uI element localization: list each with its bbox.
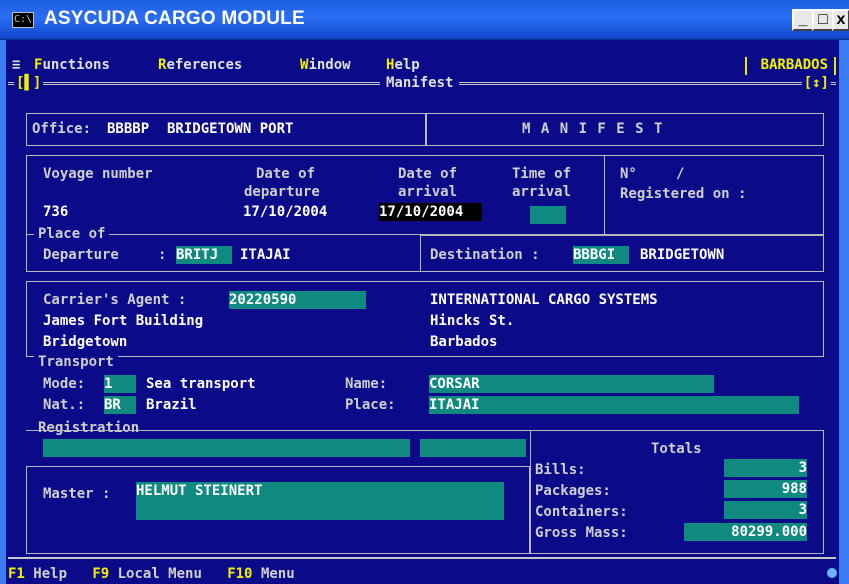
console-app-icon[interactable]: C:\	[12, 12, 34, 28]
containers-label: Containers:	[535, 504, 628, 520]
registration-section-title: Registration	[34, 420, 144, 436]
arrival-date-label-1: Date of	[398, 166, 458, 182]
departure-colon: :	[158, 247, 167, 263]
packages-value: 988	[724, 480, 807, 498]
arrival-time-field[interactable]	[530, 206, 566, 224]
transport-mode-name: Sea transport	[146, 376, 256, 392]
fkey-menu-label: Menu	[260, 566, 295, 582]
status-indicator-icon	[827, 568, 837, 578]
departure-date-label-2: departure	[244, 184, 320, 200]
menu-bar: ≡ Functions References Window Help BARBA…	[8, 57, 836, 75]
bills-label: Bills:	[535, 462, 586, 478]
agent-company-address-1: Hincks St.	[430, 313, 515, 329]
transport-section-title: Transport	[34, 354, 118, 370]
carrier-agent-label: Carrier's Agent :	[43, 292, 187, 308]
menu-references-label: eferences	[166, 57, 243, 73]
place-of-section-title: Place of	[34, 226, 110, 242]
master-label: Master :	[43, 486, 111, 502]
fkey-menu[interactable]: F10 Menu	[227, 566, 294, 582]
master-field[interactable]: HELMUT STEINERT	[136, 482, 504, 520]
maximize-button[interactable]: □	[812, 9, 834, 31]
close-button[interactable]: x	[832, 9, 849, 31]
nationality-label: Nat.:	[43, 397, 86, 413]
menu-functions[interactable]: Functions	[34, 57, 110, 73]
window-titlebar[interactable]: C:\ ASYCUDA CARGO MODULE _ □ x	[0, 0, 849, 40]
menu-window[interactable]: Window	[300, 57, 351, 73]
frame-resize-marker[interactable]: [↕]	[801, 75, 831, 91]
window-border-left	[0, 40, 6, 584]
window-border-right	[839, 40, 849, 584]
transport-mode-label: Mode:	[43, 376, 86, 392]
vessel-place-label: Place:	[345, 397, 396, 413]
arrival-time-label-1: Time of	[512, 166, 572, 182]
place-box-top	[420, 235, 824, 236]
voyage-number-label: Voyage number	[43, 166, 153, 182]
departure-place-name: ITAJAI	[240, 247, 291, 263]
packages-label: Packages:	[535, 483, 611, 499]
registration-field-1[interactable]	[43, 439, 410, 457]
office-label: Office:	[32, 121, 92, 137]
voyage-number-value[interactable]: 736	[43, 204, 68, 220]
destination-label: Destination :	[430, 247, 540, 263]
fkey-local-menu[interactable]: F9 Local Menu	[92, 566, 202, 582]
system-menu-icon[interactable]: ≡	[12, 57, 20, 73]
minimize-button[interactable]: _	[792, 9, 814, 31]
country-indicator: BARBADOS	[744, 57, 836, 75]
agent-company-name: INTERNATIONAL CARGO SYSTEMS	[430, 292, 658, 308]
frame-close-marker[interactable]: [▌]	[14, 75, 44, 91]
departure-label: Departure	[43, 247, 119, 263]
transport-mode-field[interactable]: 1	[104, 375, 136, 393]
frame-bottom-border	[8, 557, 836, 559]
destination-place-name: BRIDGETOWN	[640, 247, 725, 263]
arrival-time-label-2: arrival	[512, 184, 572, 200]
agent-company-address-2: Barbados	[430, 334, 498, 350]
fkey-menu-key: F10	[227, 566, 253, 582]
office-name: BRIDGETOWN PORT	[167, 121, 294, 137]
place-box-bottom	[26, 271, 824, 272]
window-title: ASYCUDA CARGO MODULE	[44, 8, 305, 29]
manifest-heading: M A N I F E S T	[522, 121, 664, 137]
bills-value: 3	[724, 459, 807, 477]
frame-title: Manifest	[380, 75, 460, 91]
menu-references[interactable]: References	[158, 57, 242, 73]
place-box-right	[823, 235, 824, 272]
menu-help[interactable]: Help	[386, 57, 420, 73]
gross-mass-label: Gross Mass:	[535, 525, 628, 541]
destination-code-field[interactable]: BBBGI	[573, 246, 629, 264]
place-box-left	[26, 235, 27, 272]
office-code[interactable]: BBBBP	[107, 121, 149, 137]
agent-address-line-2: Bridgetown	[43, 334, 128, 350]
carrier-agent-code-field[interactable]: 20220590	[229, 291, 366, 309]
departure-code-field[interactable]: BRITJ	[176, 246, 232, 264]
place-divider	[420, 235, 421, 272]
registration-field-2[interactable]	[420, 439, 526, 457]
menu-window-label: indow	[308, 57, 351, 73]
totals-title: Totals	[651, 441, 702, 457]
departure-date-label-1: Date of	[256, 166, 316, 182]
menu-functions-label: unctions	[42, 57, 110, 73]
fkey-help-label: Help	[33, 566, 68, 582]
function-key-bar: F1 Help F9 Local Menu F10 Menu	[8, 566, 838, 584]
containers-value: 3	[724, 501, 807, 519]
gross-mass-value: 80299.000	[684, 523, 807, 541]
registered-on-label: Registered on :	[620, 186, 747, 202]
voyage-divider	[604, 155, 605, 235]
nationality-field[interactable]: BR	[104, 396, 136, 414]
departure-date-value[interactable]: 17/10/2004	[243, 204, 327, 220]
menu-help-label: elp	[394, 57, 420, 73]
vessel-name-label: Name:	[345, 376, 388, 392]
fkey-help-key: F1	[8, 566, 25, 582]
arrival-date-field[interactable]: 17/10/2004	[379, 203, 482, 221]
fkey-local-menu-label: Local Menu	[117, 566, 202, 582]
nationality-name: Brazil	[146, 397, 197, 413]
agent-address-line-1: James Fort Building	[43, 313, 204, 329]
arrival-date-label-2: arrival	[398, 184, 458, 200]
fkey-local-menu-key: F9	[92, 566, 110, 582]
vessel-place-field[interactable]: ITAJAI	[429, 396, 799, 414]
registration-number-separator: /	[676, 166, 685, 182]
vessel-name-field[interactable]: CORSAR	[429, 375, 714, 393]
registration-number-label: N°	[620, 166, 637, 182]
fkey-help[interactable]: F1 Help	[8, 566, 67, 582]
